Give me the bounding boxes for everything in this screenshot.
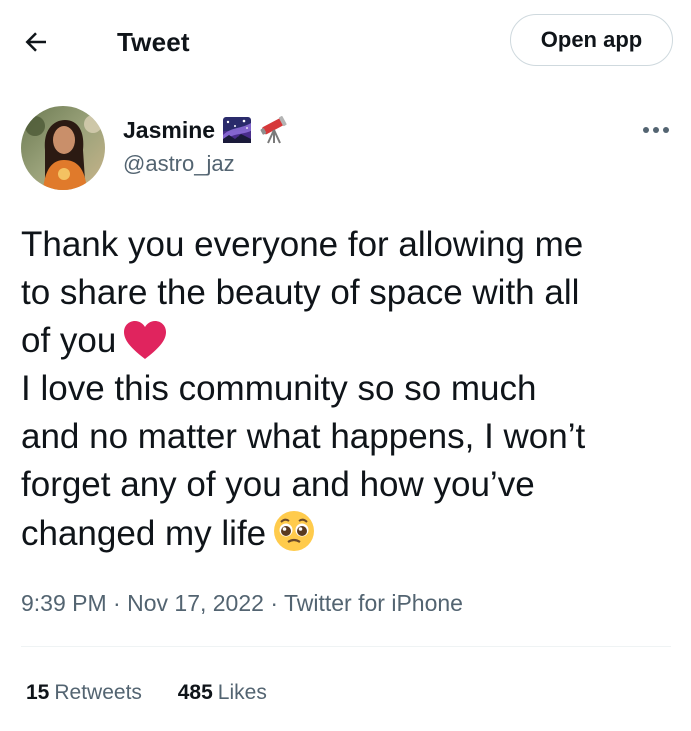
meta-separator: · <box>270 590 278 616</box>
tweet-meta: 9:39 PM · Nov 17, 2022 · Twitter for iPh… <box>21 588 463 618</box>
author-name-row[interactable]: Jasmine <box>123 115 289 145</box>
more-options-button[interactable] <box>638 118 674 142</box>
tweet-line: and no matter what happens, I won’t <box>21 417 586 456</box>
tweet-text: Thank you everyone for allowing me to sh… <box>21 221 681 558</box>
retweets-count: 15 <box>26 681 50 704</box>
tweet-page: Tweet Open app Jasmine @astro_jaz Thank … <box>0 0 691 731</box>
tweet-line: forget any of you and how you’ve <box>21 465 535 504</box>
avatar-image <box>21 106 105 190</box>
avatar[interactable] <box>21 106 105 190</box>
tweet-stats: 15 Retweets 485 Likes <box>26 678 297 708</box>
back-button[interactable] <box>18 24 54 60</box>
author-handle[interactable]: @astro_jaz <box>123 150 235 178</box>
telescope-icon <box>260 116 287 144</box>
meta-separator: · <box>113 590 121 616</box>
divider <box>21 646 671 647</box>
likes-count: 485 <box>177 681 213 704</box>
pleading-face-icon <box>274 511 315 551</box>
tweet-line: I love this community so so much <box>21 369 537 408</box>
likes-label: Likes <box>217 681 267 704</box>
tweet-line: to share the beauty of space with all <box>21 273 580 312</box>
tweet-line: of you <box>21 321 117 360</box>
tweet-line: Thank you everyone for allowing me <box>21 225 584 264</box>
retweets-label: Retweets <box>54 681 142 704</box>
more-dots-icon <box>643 127 669 133</box>
tweet-time[interactable]: 9:39 PM <box>21 590 107 616</box>
header: Tweet Open app <box>0 0 691 84</box>
arrow-left-icon <box>25 32 46 52</box>
likes-stat[interactable]: 485 Likes <box>178 678 267 708</box>
tweet-line-with-emoji: changed my life <box>21 509 681 558</box>
tweet-source[interactable]: Twitter for iPhone <box>284 590 463 616</box>
open-app-button[interactable]: Open app <box>510 14 673 66</box>
page-title: Tweet <box>117 27 190 57</box>
tweet-line-with-heart: of you <box>21 317 681 365</box>
author-name: Jasmine <box>123 117 216 143</box>
red-heart-icon <box>124 321 167 359</box>
milky-way-icon <box>223 117 252 143</box>
tweet-date[interactable]: Nov 17, 2022 <box>127 590 264 616</box>
retweets-stat[interactable]: 15 Retweets <box>26 678 142 708</box>
tweet-line: changed my life <box>21 514 267 553</box>
